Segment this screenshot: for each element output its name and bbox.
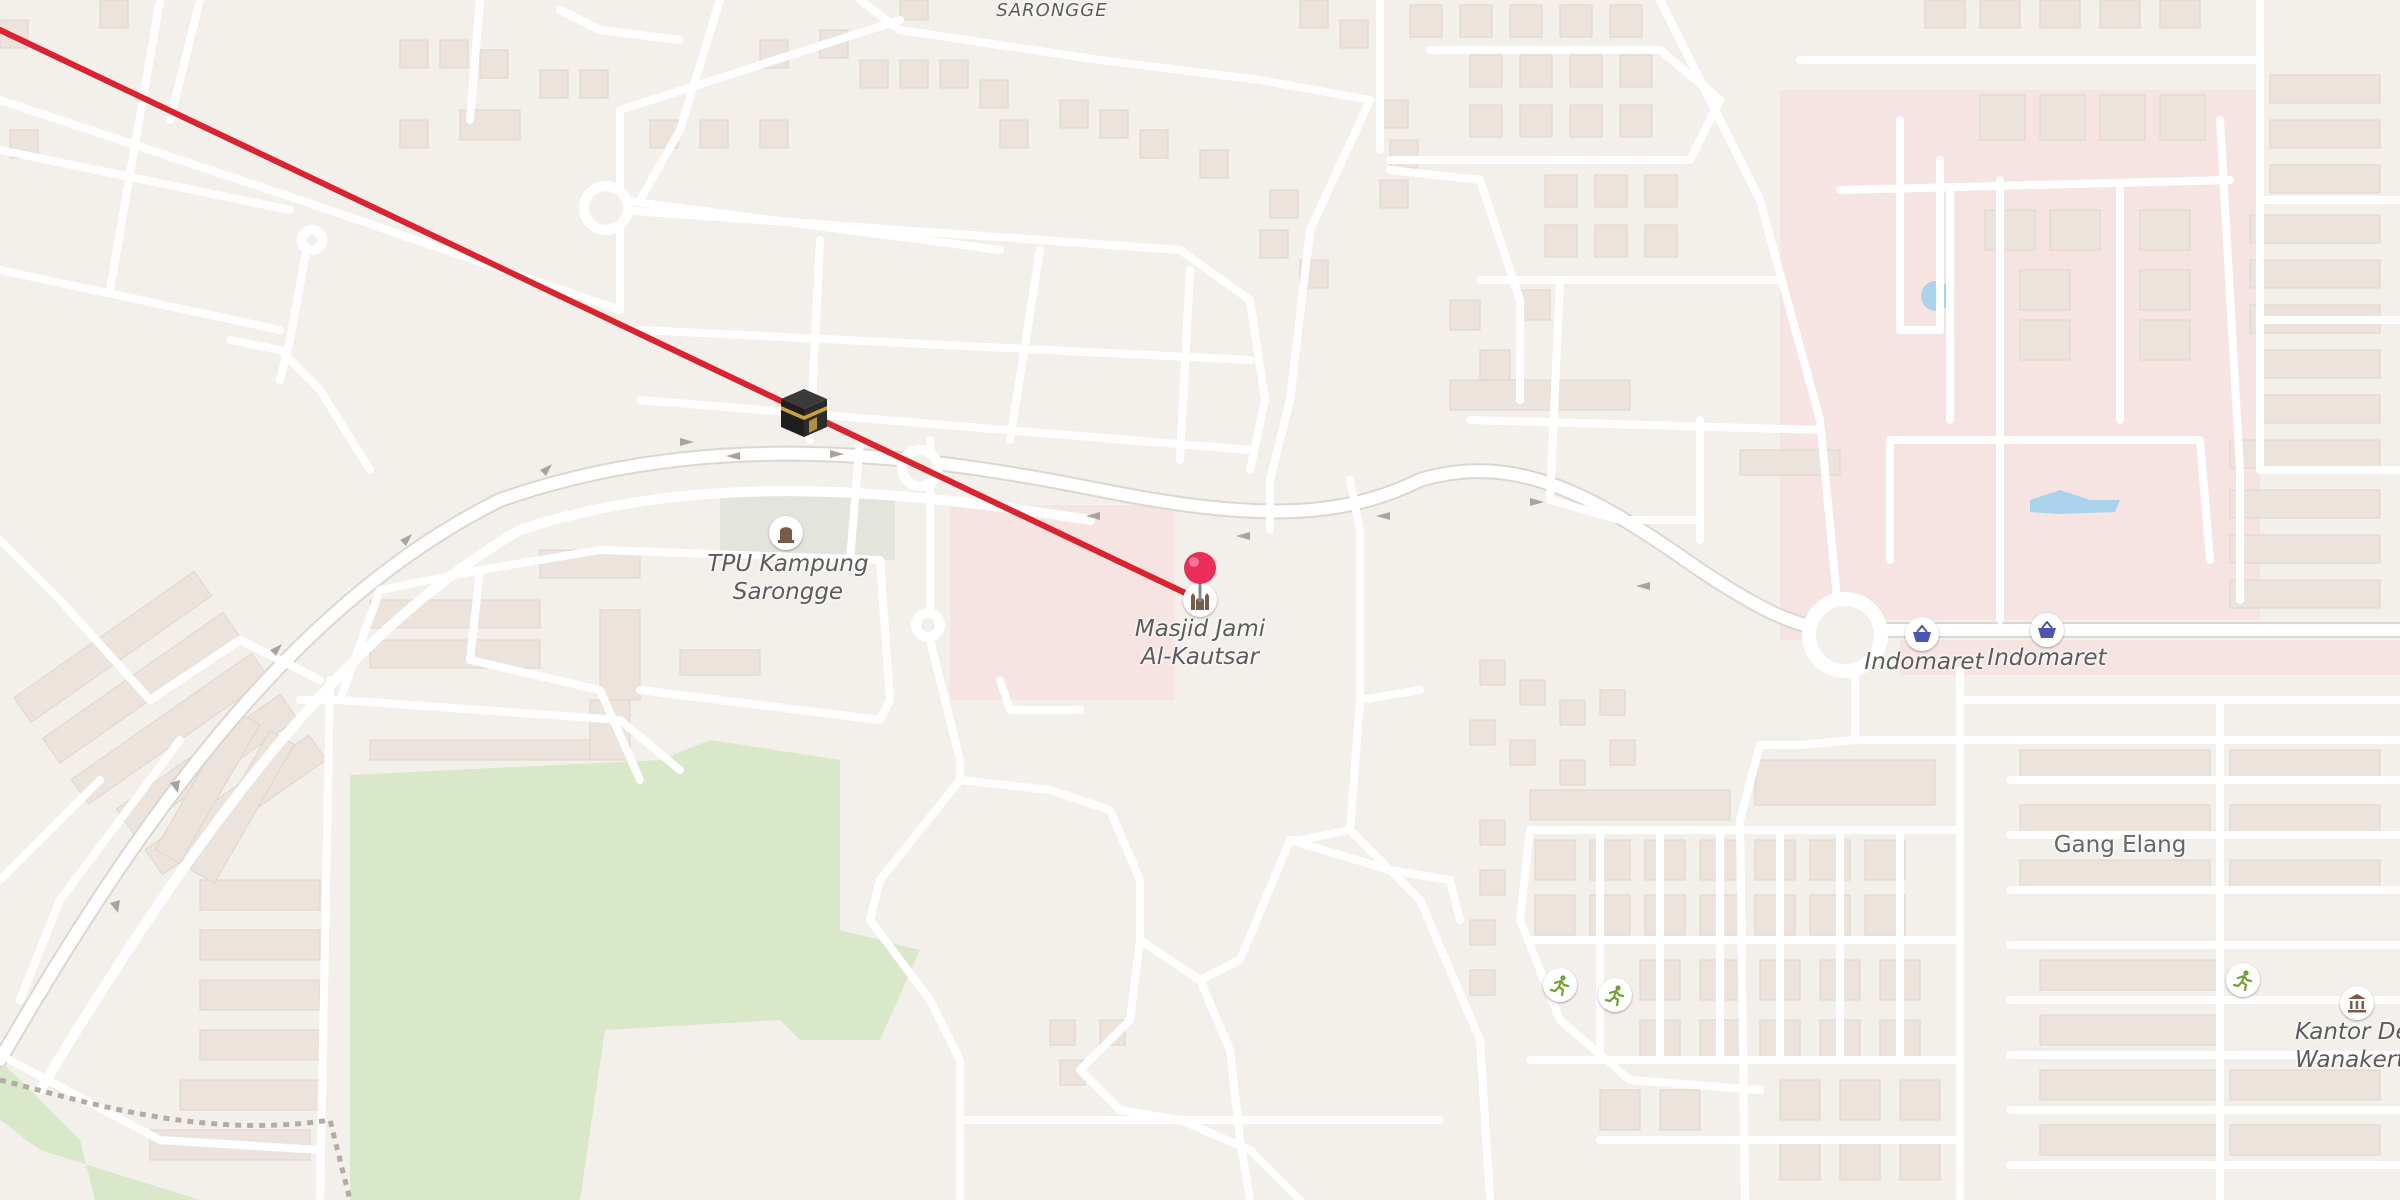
neighborhood-label: SARONGGE: [996, 0, 1108, 21]
indomaret-label-1: Indomaret: [1864, 649, 1984, 675]
running-icon[interactable]: [1598, 978, 1632, 1012]
running-icon[interactable]: [1543, 968, 1577, 1002]
grave-icon[interactable]: [769, 516, 803, 550]
kaaba-icon[interactable]: [777, 385, 831, 439]
running-icon[interactable]: [2226, 963, 2260, 997]
cemetery-label: TPU Kampung Sarongge: [707, 551, 869, 605]
kantor-desa-label: Kantor Desa Wanakerta: [2295, 1019, 2400, 1073]
location-pin-icon[interactable]: [1180, 550, 1220, 602]
mosque-label: Masjid Jami Al-Kautsar: [1134, 616, 1266, 670]
map-canvas[interactable]: SARONGGE Gang Elang TPU Kampung Sarongge…: [0, 0, 2400, 1200]
shopping-basket-icon[interactable]: [2030, 613, 2064, 647]
town-hall-icon[interactable]: [2340, 986, 2374, 1020]
indomaret-label-2: Indomaret: [1987, 645, 2107, 671]
shopping-basket-icon[interactable]: [1905, 617, 1939, 651]
area-label: Gang Elang: [2053, 832, 2187, 858]
